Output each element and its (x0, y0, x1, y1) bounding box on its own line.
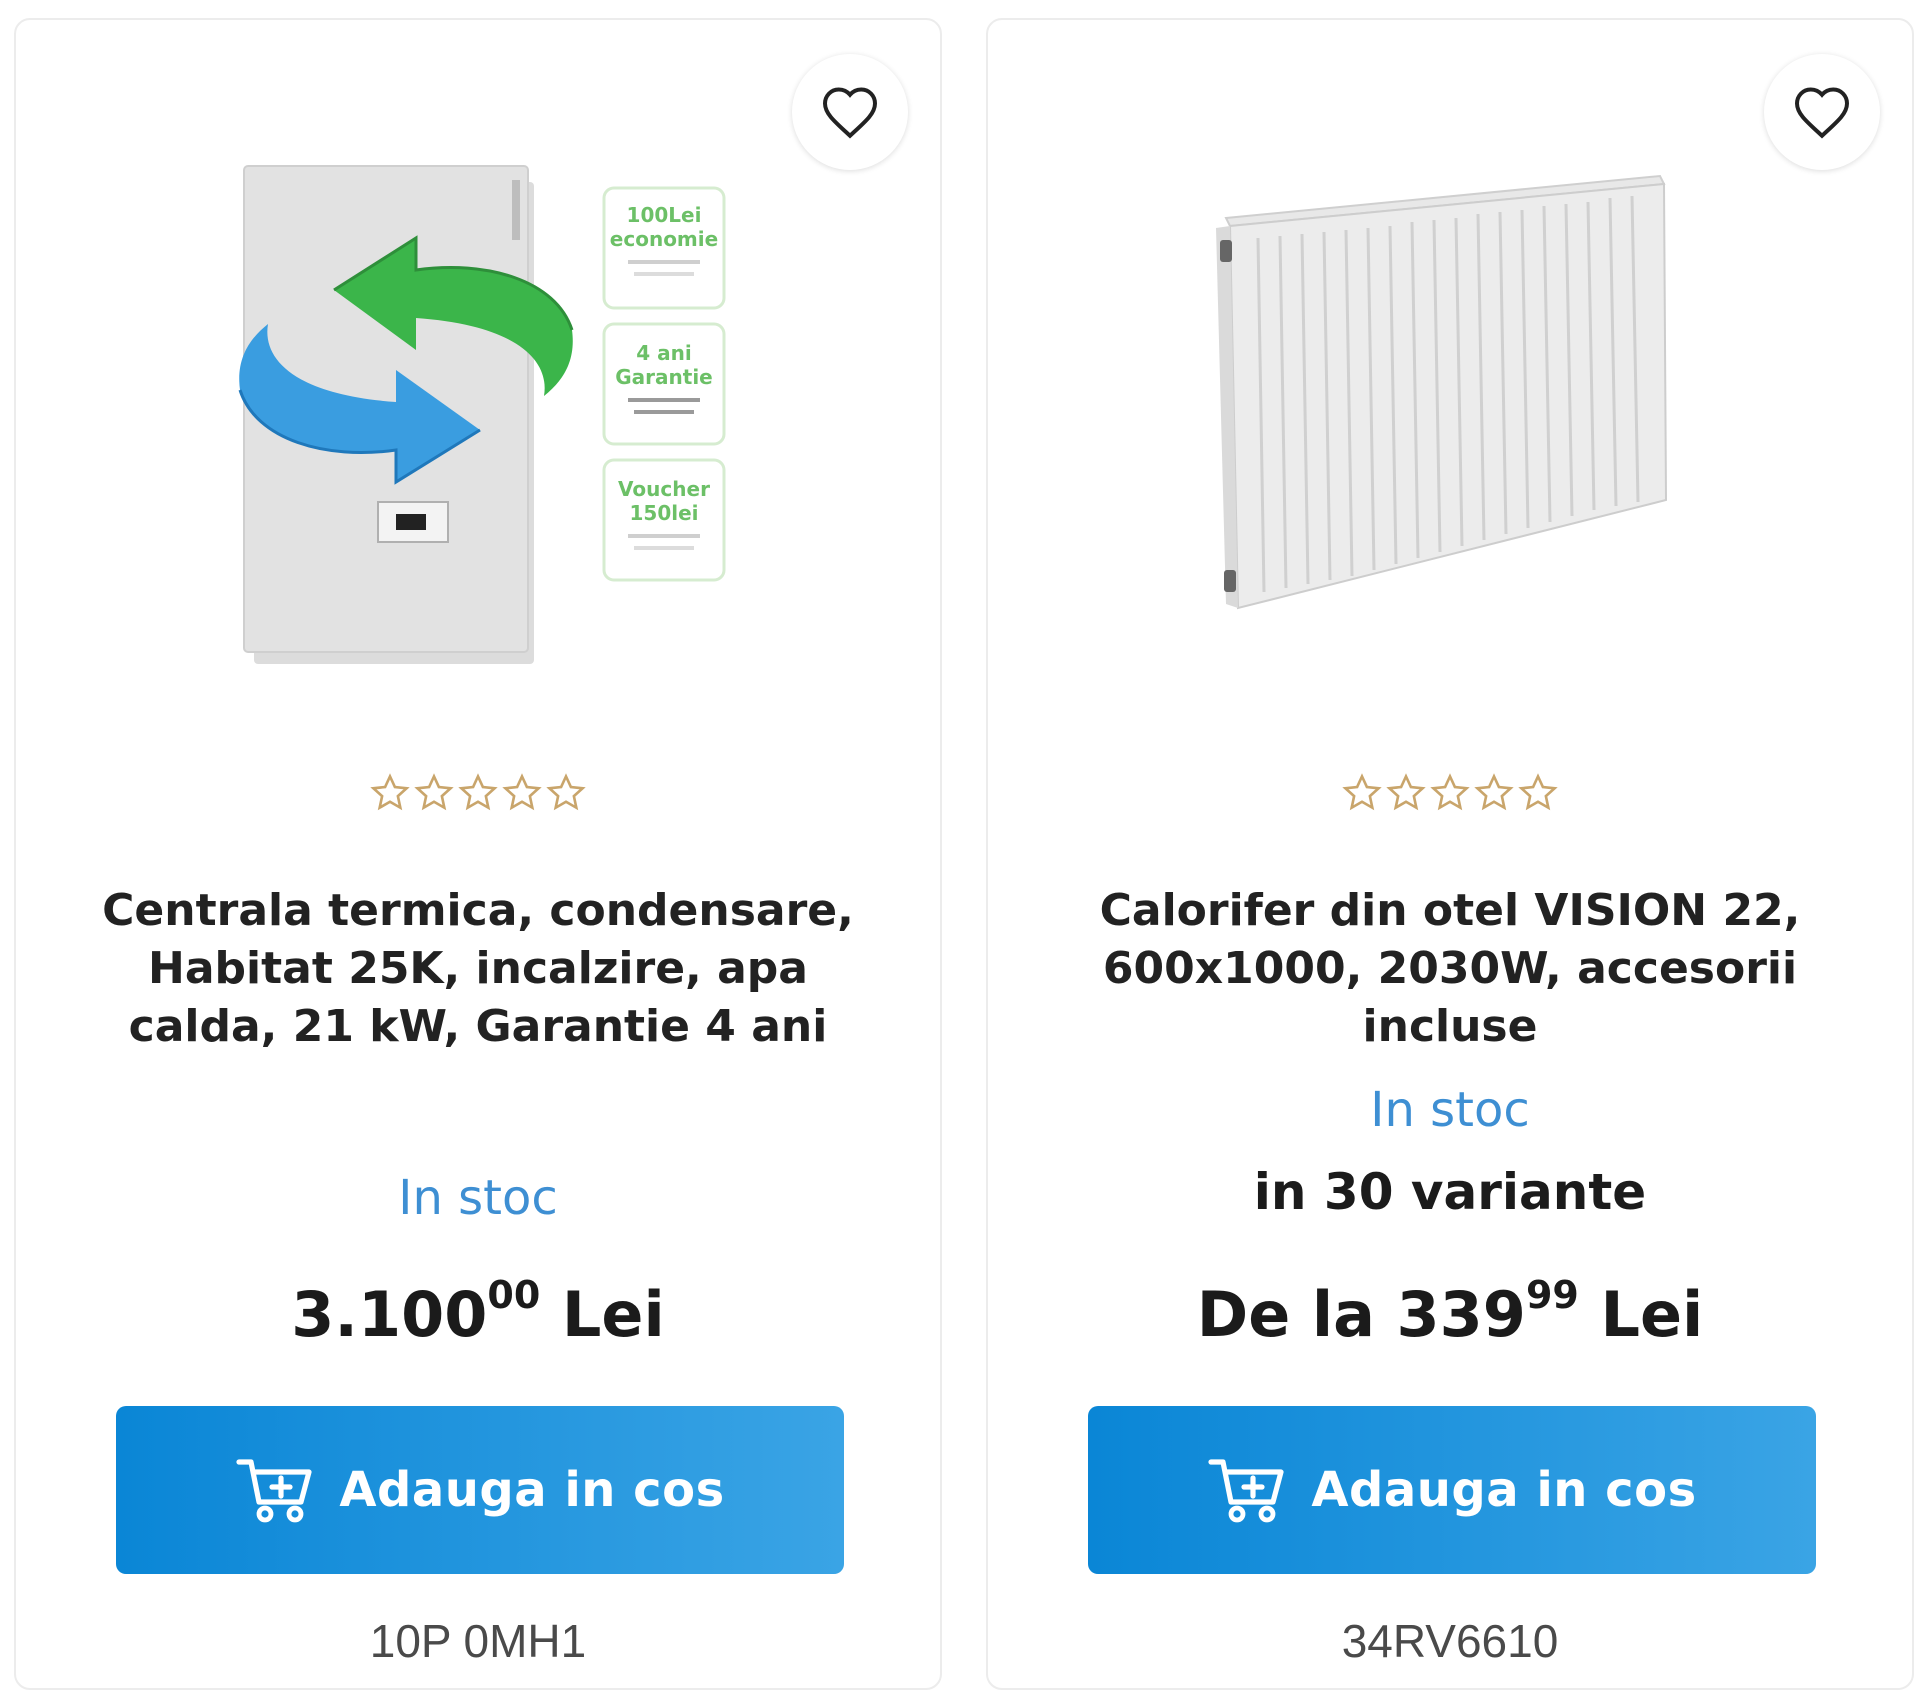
rating-stars (16, 772, 940, 814)
stock-status: In stoc (1370, 1082, 1530, 1138)
stock-status: In stoc (398, 1170, 558, 1226)
product-price: 3.10000 Lei (16, 1273, 940, 1351)
star-empty-icon (369, 772, 411, 814)
promo-badges: 100Lei economie 4 ani Garantie Voucher 1… (602, 186, 726, 582)
cart-plus-icon (236, 1459, 312, 1523)
star-empty-icon (413, 772, 455, 814)
cart-plus-icon (1208, 1459, 1284, 1523)
badge-3-line2: 150lei (629, 501, 698, 525)
add-to-cart-label: Adauga in cos (1311, 1462, 1697, 1518)
product-sku: 10P 0MH1 (369, 1615, 587, 1667)
badge-2-line1: 4 ani (636, 341, 691, 365)
radiator-image (1216, 174, 1668, 610)
price-integer: 339 (1396, 1278, 1526, 1351)
star-empty-icon (1341, 772, 1383, 814)
star-empty-icon (1473, 772, 1515, 814)
star-empty-icon (457, 772, 499, 814)
add-to-cart-label: Adauga in cos (339, 1462, 725, 1518)
product-image[interactable] (988, 110, 1912, 710)
product-title[interactable]: Calorifer din otel VISION 22, 600x1000, … (1058, 882, 1842, 1056)
product-sku: 34RV6610 (1341, 1615, 1559, 1667)
price-currency: Lei (1600, 1278, 1704, 1351)
boiler-with-arrows-image: 100Lei economie 4 ani Garantie Voucher 1… (238, 165, 726, 664)
product-image[interactable]: 100Lei economie 4 ani Garantie Voucher 1… (16, 110, 940, 710)
star-empty-icon (1385, 772, 1427, 814)
star-empty-icon (545, 772, 587, 814)
product-title[interactable]: Centrala termica, condensare, Habitat 25… (86, 882, 870, 1056)
price-decimals: 00 (487, 1273, 541, 1318)
star-empty-icon (501, 772, 543, 814)
price-currency: Lei (561, 1278, 665, 1351)
price-decimals: 99 (1525, 1273, 1579, 1318)
badge-2-line2: Garantie (615, 365, 713, 389)
rating-stars (988, 772, 1912, 814)
star-empty-icon (1517, 772, 1559, 814)
add-to-cart-button[interactable]: Adauga in cos (116, 1406, 844, 1574)
product-price: De la 33999 Lei (988, 1273, 1912, 1351)
star-empty-icon (1429, 772, 1471, 814)
variants-count[interactable]: in 30 variante (988, 1163, 1912, 1221)
badge-1-line2: economie (610, 227, 718, 251)
badge-3-line1: Voucher (618, 477, 710, 501)
product-grid: 100Lei economie 4 ani Garantie Voucher 1… (0, 0, 1920, 1700)
price-prefix: De la (1196, 1278, 1397, 1351)
add-to-cart-button[interactable]: Adauga in cos (1088, 1406, 1816, 1574)
price-integer: 3.100 (291, 1278, 488, 1351)
product-card[interactable]: 100Lei economie 4 ani Garantie Voucher 1… (14, 18, 942, 1690)
badge-1-line1: 100Lei (627, 203, 702, 227)
product-card[interactable]: Calorifer din otel VISION 22, 600x1000, … (986, 18, 1914, 1690)
